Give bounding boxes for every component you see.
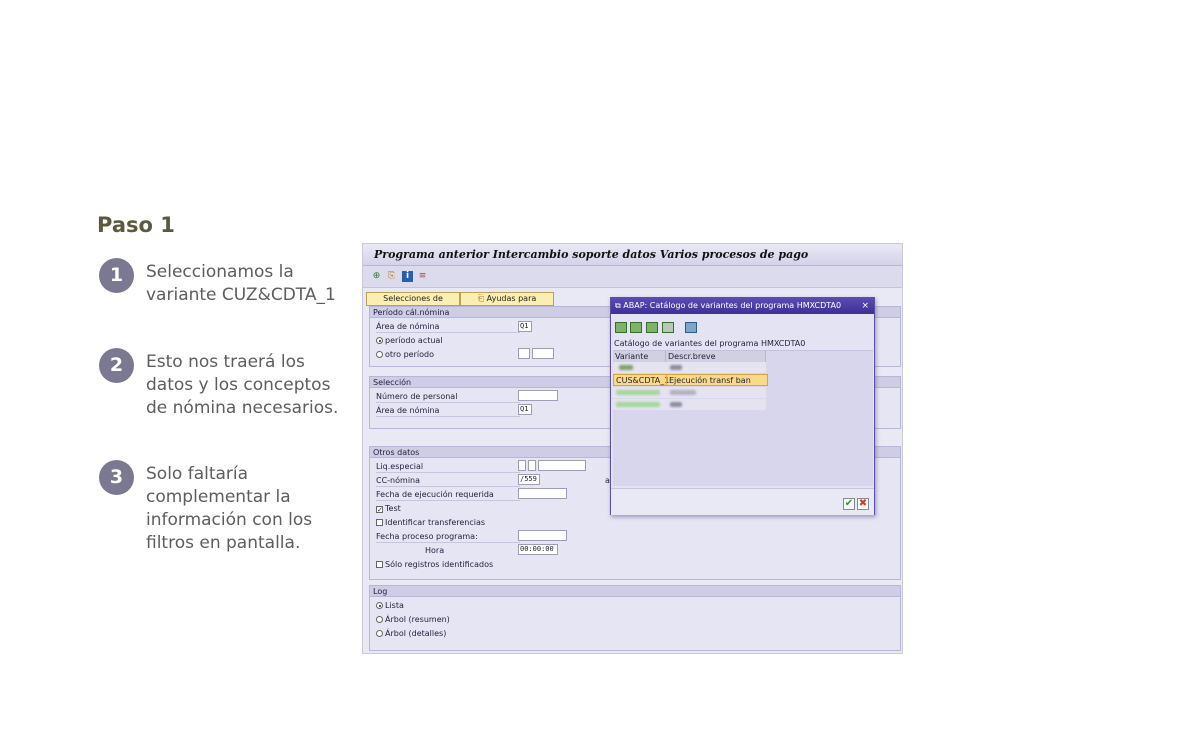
sap-toolbar: ⊕ ⎘ i ≡ xyxy=(363,266,902,288)
step-title: Paso 1 xyxy=(97,213,175,237)
step-number: 3 xyxy=(99,460,134,495)
search-help-icon: ⎗ xyxy=(477,294,485,303)
radio-lista[interactable]: Lista xyxy=(376,600,404,612)
radio-off-icon xyxy=(376,630,383,637)
otro-periodo-field-1[interactable] xyxy=(518,348,530,359)
dialog-title: ABAP: Catálogo de variantes del programa… xyxy=(623,301,842,310)
checkbox-checked-icon: ✓ xyxy=(376,506,383,514)
close-icon[interactable]: × xyxy=(861,298,869,314)
cc-nomina-field[interactable]: /559 xyxy=(518,474,540,485)
info-icon[interactable]: i xyxy=(402,271,413,282)
window-icon: ⧉ xyxy=(615,301,621,310)
field-label: Fecha proceso programa: xyxy=(376,531,520,543)
radio-on-icon xyxy=(376,602,383,609)
radio-arbol-detalles[interactable]: Árbol (detalles) xyxy=(376,628,446,640)
field-label: Área de nómina xyxy=(376,405,520,417)
cancel-x-icon[interactable]: ✖ xyxy=(857,498,869,510)
checkbox-label: Sólo registros identificados xyxy=(385,560,494,569)
list-icon[interactable]: ≡ xyxy=(417,271,428,282)
blurred-text xyxy=(616,402,660,407)
step-text: Esto nos traerá los datos y los concepto… xyxy=(146,352,339,418)
numero-personal-field[interactable] xyxy=(518,390,558,401)
print-icon[interactable] xyxy=(685,322,697,333)
radio-periodo-actual[interactable]: período actual xyxy=(376,335,443,347)
liq-field-3[interactable] xyxy=(538,460,586,471)
execute-icon[interactable]: ⊕ xyxy=(371,271,382,282)
list-item-selected[interactable]: CUS&CDTA_1 Ejecución transf ban paso 1 xyxy=(613,374,768,396)
area-nomina-field-2[interactable]: Q1 xyxy=(518,404,532,415)
fecha-ejecucion-field[interactable] xyxy=(518,488,567,499)
select-icon[interactable] xyxy=(615,322,627,333)
field-label: Área de nómina xyxy=(376,321,520,333)
radio-off-icon xyxy=(376,351,383,358)
field-label: Número de personal xyxy=(376,391,520,403)
radio-label: otro período xyxy=(385,350,434,359)
radio-arbol-resumen[interactable]: Árbol (resumen) xyxy=(376,614,450,626)
field-label: Hora xyxy=(425,546,445,555)
step-number: 2 xyxy=(99,348,134,383)
test-checkbox[interactable]: ✓ Test xyxy=(376,503,401,515)
find-icon[interactable] xyxy=(646,322,658,333)
step-text: Solo faltaría complementar la informació… xyxy=(146,464,313,553)
variant-description: Ejecución transf ban paso 1 xyxy=(666,375,767,396)
dialog-footer: ✔ ✖ xyxy=(611,488,874,515)
checkbox-label: Identificar transferencias xyxy=(385,518,486,527)
checkbox-empty-icon xyxy=(376,519,383,526)
radio-on-icon xyxy=(376,337,383,344)
blurred-text xyxy=(670,390,696,395)
hora-field[interactable]: 00:00:00 xyxy=(518,544,558,555)
blurred-text xyxy=(670,402,682,407)
radio-label: Árbol (detalles) xyxy=(385,629,447,638)
search-help-button[interactable]: ⎗ Ayudas para búsqu... xyxy=(460,292,554,315)
dialog-titlebar: ⧉ ABAP: Catálogo de variantes del progra… xyxy=(611,298,874,314)
liq-field-1[interactable] xyxy=(518,460,526,471)
list-item[interactable] xyxy=(613,387,766,398)
find-next-icon[interactable] xyxy=(662,322,674,333)
fecha-proceso-field[interactable] xyxy=(518,530,567,541)
selections-button[interactable]: Selecciones de xyxy=(366,292,460,306)
checkbox-label: Test xyxy=(385,504,401,513)
liq-field-2[interactable] xyxy=(528,460,536,471)
variant-catalog-dialog: ⧉ ABAP: Catálogo de variantes del progra… xyxy=(610,297,875,515)
variant-name: CUS&CDTA_1 xyxy=(616,376,670,385)
list-item[interactable] xyxy=(613,362,766,373)
step-number: 1 xyxy=(99,258,134,293)
list-item[interactable] xyxy=(613,399,766,410)
solo-registros-checkbox[interactable]: Sólo registros identificados xyxy=(376,559,493,571)
radio-label: período actual xyxy=(385,336,443,345)
catalog-heading: Catálogo de variantes del programa HMXCD… xyxy=(614,339,806,348)
blurred-text xyxy=(619,365,633,370)
sap-screenshot: Programa anterior Intercambio soporte da… xyxy=(362,243,903,654)
blurred-text xyxy=(670,365,682,370)
radio-off-icon xyxy=(376,616,383,623)
group-header: Log xyxy=(370,586,900,597)
field-label: CC-nómina xyxy=(376,475,520,487)
step-text: Seleccionamos la variante CUZ&CDTA_1 xyxy=(146,262,336,305)
blurred-text xyxy=(616,390,660,395)
column-header-variante: Variante xyxy=(613,351,666,362)
filter-icon[interactable] xyxy=(630,322,642,333)
variant-list: Variante Descr.breve CUS&CDTA_1 Ejecució… xyxy=(613,350,873,486)
area-nomina-field[interactable]: Q1 xyxy=(518,321,532,332)
otro-periodo-field-2[interactable] xyxy=(532,348,554,359)
radio-otro-periodo[interactable]: otro período xyxy=(376,349,434,361)
column-header-descr: Descr.breve xyxy=(666,351,766,362)
field-label: Fecha de ejecución requerida xyxy=(376,489,520,501)
checkbox-empty-icon xyxy=(376,561,383,568)
sap-screen-title: Programa anterior Intercambio soporte da… xyxy=(363,244,902,266)
radio-label: Lista xyxy=(385,601,404,610)
confirm-check-icon[interactable]: ✔ xyxy=(843,498,855,510)
identificar-checkbox[interactable]: Identificar transferencias xyxy=(376,517,485,529)
radio-label: Árbol (resumen) xyxy=(385,615,450,624)
get-variant-icon[interactable]: ⎘ xyxy=(386,271,397,282)
field-label: Liq.especial xyxy=(376,461,520,473)
